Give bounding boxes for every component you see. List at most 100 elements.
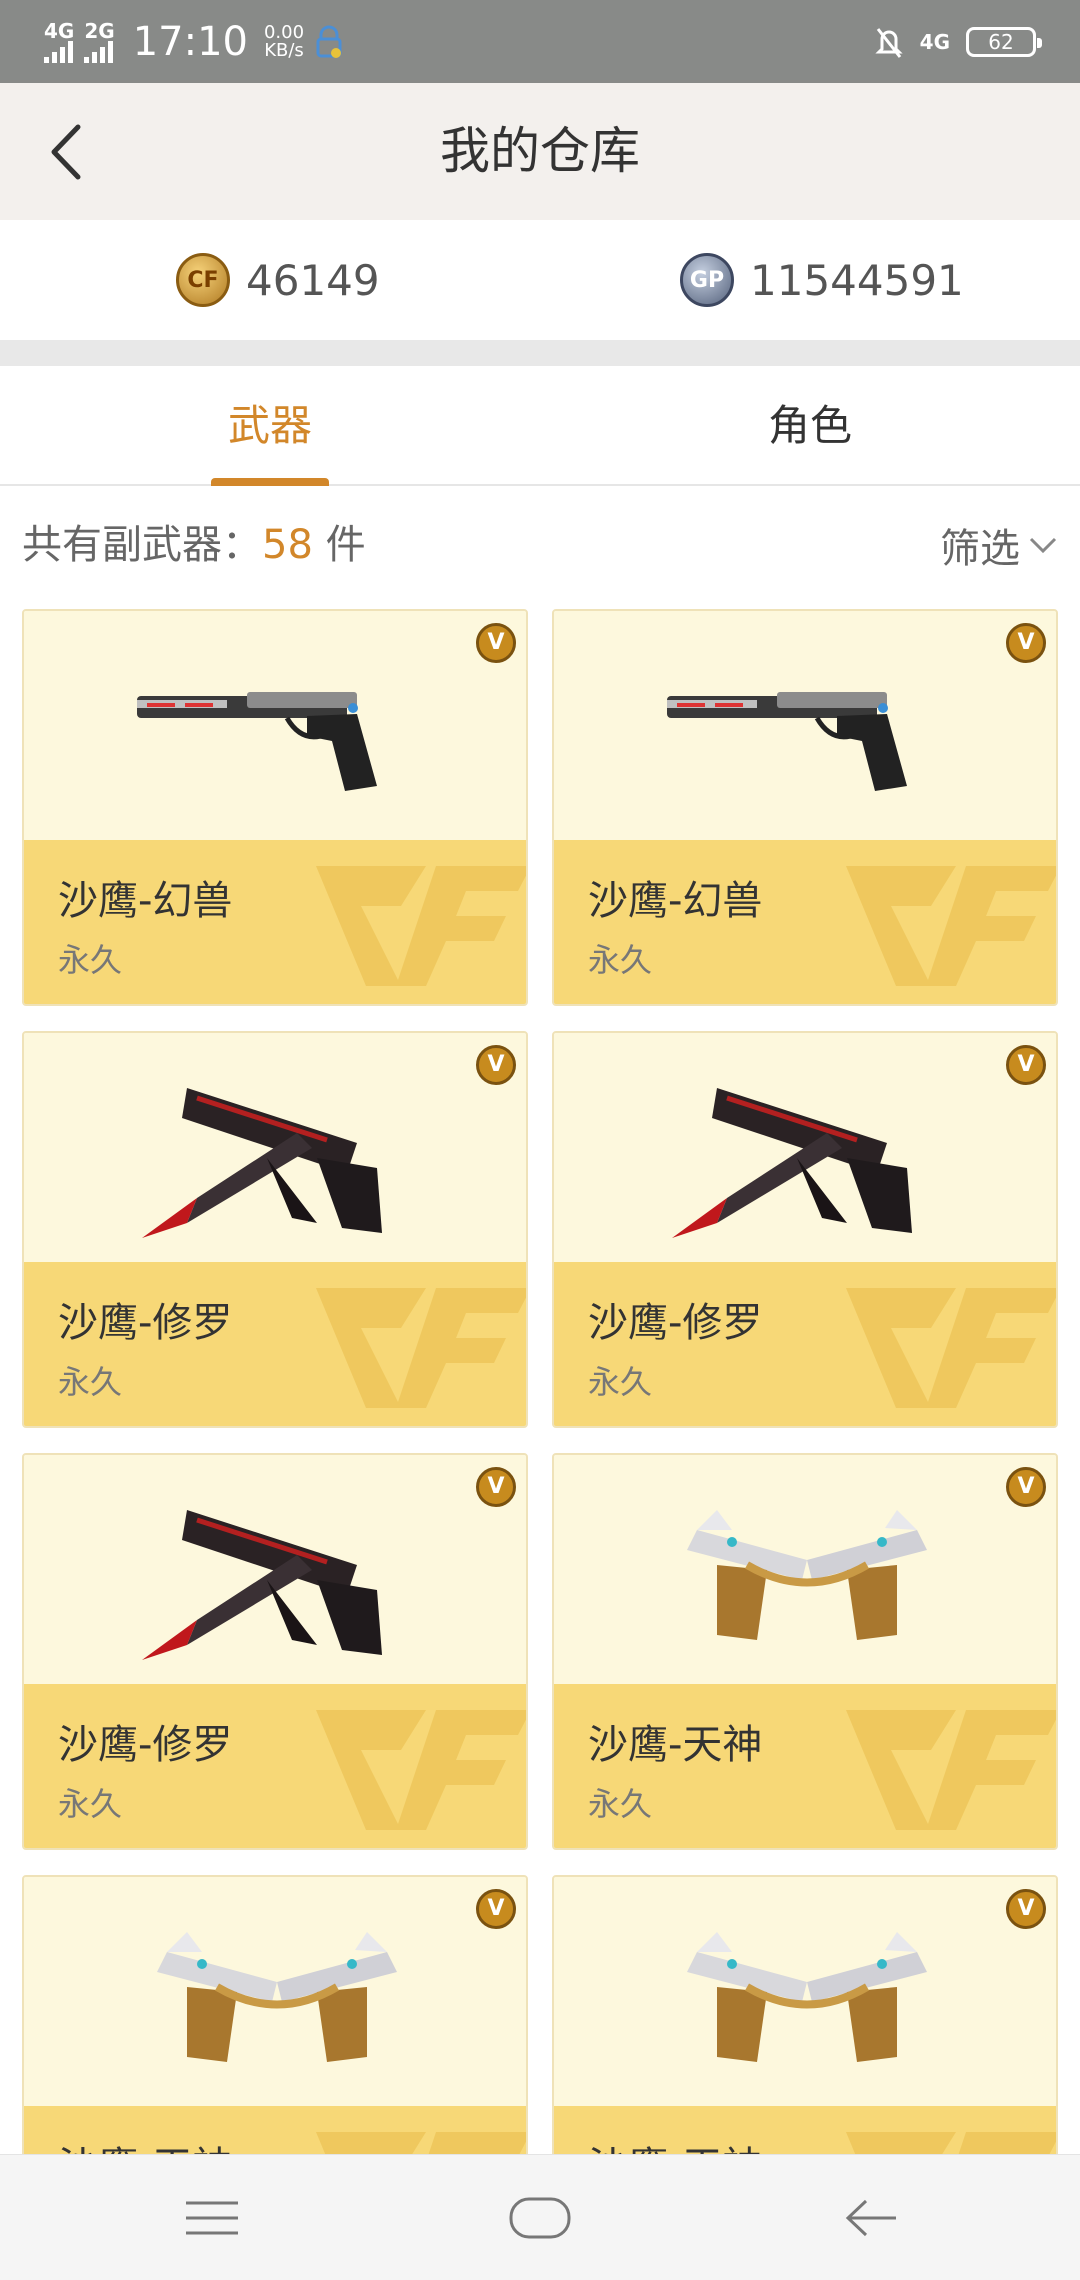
weapon-name: 沙鹰-天神: [588, 2134, 762, 2154]
weapon-duration: 永久: [588, 1363, 653, 1401]
weapon-info: 沙鹰-修罗永久: [554, 1262, 1056, 1426]
cf-logo-watermark-icon: [316, 2132, 526, 2154]
weapon-info: 沙鹰-天神永久: [24, 2106, 526, 2154]
gp-points-value: 11544591: [750, 255, 964, 305]
weapon-info: 沙鹰-修罗永久: [24, 1262, 526, 1426]
cf-coin-icon: CF: [176, 253, 230, 307]
app-header: 我的仓库: [0, 83, 1080, 220]
filter-button[interactable]: 筛选: [940, 486, 1058, 604]
weapon-name: 沙鹰-修罗: [58, 1722, 233, 1768]
section-divider: [0, 340, 1080, 366]
currency-bar: CF 46149 GP 11544591: [0, 220, 1080, 340]
vip-badge-icon: V: [1006, 623, 1046, 663]
item-count-prefix: 共有副武器：: [22, 522, 262, 568]
weapon-name: 沙鹰-天神: [588, 1722, 763, 1768]
weapon-card[interactable]: V 沙鹰-修罗永久: [22, 1453, 528, 1850]
desert-eagle-phantom-beast-icon: [667, 692, 907, 791]
desert-eagle-phantom-beast-icon: [137, 692, 377, 791]
network-type-2: 2G: [84, 18, 115, 43]
weapon-card[interactable]: V 沙鹰-幻兽永久: [552, 609, 1058, 1006]
weapon-image: V: [554, 1877, 1056, 2106]
cf-logo-watermark-icon: [846, 1710, 1056, 1830]
cf-logo-watermark-icon: [316, 866, 526, 986]
cf-logo-watermark-icon: [316, 1710, 526, 1830]
item-count-unit: 件: [312, 522, 366, 568]
weapon-duration: 永久: [588, 1785, 653, 1823]
weapon-name: 沙鹰-修罗: [58, 1300, 233, 1346]
battery-icon: 62: [966, 26, 1042, 57]
desert-eagle-deity-icon: [687, 1510, 927, 1640]
signal-bars-icon: [84, 40, 114, 63]
home-icon[interactable]: [508, 2193, 572, 2243]
weapon-image: V: [554, 1455, 1056, 1684]
vip-badge-icon: V: [476, 623, 516, 663]
weapon-image: V: [24, 1877, 526, 2106]
weapon-info: 沙鹰-幻兽 永久: [24, 840, 526, 1004]
system-nav-bar: [0, 2154, 1080, 2280]
weapon-card[interactable]: V 沙鹰-天神永久: [552, 1875, 1058, 2154]
tab-characters-label: 角色: [767, 401, 852, 450]
vip-badge-icon: V: [476, 1467, 516, 1507]
cf-points-value: 46149: [246, 255, 380, 305]
desert-eagle-asura-icon: [142, 1510, 382, 1660]
item-count: 共有副武器：58 件: [22, 486, 366, 604]
network-type-1: 4G: [44, 18, 75, 43]
tab-active-indicator: [211, 478, 329, 486]
cf-logo-watermark-icon: [846, 2132, 1056, 2154]
mute-notifications-icon: [875, 27, 903, 58]
status-bar: 4G 2G 17:10 0.00 KB/s 4G 62: [0, 0, 1080, 83]
desert-eagle-deity-icon: [157, 1932, 397, 2062]
weapon-info: 沙鹰-幻兽永久: [554, 840, 1056, 1004]
page-title: 我的仓库: [440, 122, 640, 180]
weapon-card[interactable]: V 沙鹰-幻兽 永久: [22, 609, 528, 1006]
cf-logo-watermark-icon: [846, 1288, 1056, 1408]
gp-coin-icon: GP: [680, 253, 734, 307]
menu-icon[interactable]: [182, 2193, 242, 2243]
item-count-value: 58: [262, 522, 313, 568]
desert-eagle-asura-icon: [142, 1088, 382, 1238]
weapon-info: 沙鹰-天神永久: [554, 1684, 1056, 1848]
desert-eagle-asura-icon: [672, 1088, 912, 1238]
network-speed-unit: KB/s: [264, 39, 304, 61]
weapon-name: 沙鹰-幻兽: [588, 878, 763, 924]
weapon-image: V: [24, 1455, 526, 1684]
weapon-info: 沙鹰-天神永久: [554, 2106, 1056, 2154]
vip-badge-icon: V: [1006, 1889, 1046, 1929]
battery-level: 62: [988, 29, 1014, 54]
weapon-grid: V 沙鹰-幻兽 永久 V 沙鹰-幻兽 永久 V 沙鹰-修罗 永久 V 沙鹰-修罗 永久 V 沙鹰-修罗 永久…: [22, 609, 1058, 2154]
weapon-card[interactable]: V 沙鹰-天神永久: [552, 1453, 1058, 1850]
network-speed-value: 0.00: [263, 21, 305, 43]
count-row: 共有副武器：58 件 筛选: [0, 486, 1080, 604]
back-nav-icon[interactable]: [840, 2193, 900, 2243]
vip-badge-icon: V: [476, 1045, 516, 1085]
weapon-image: V: [554, 1033, 1056, 1262]
weapon-duration: 永久: [58, 1785, 123, 1823]
filter-label: 筛选: [940, 526, 1020, 572]
gp-points: GP 11544591: [680, 220, 964, 340]
weapon-card[interactable]: V 沙鹰-修罗永久: [22, 1031, 528, 1428]
tab-characters[interactable]: 角色: [540, 366, 1080, 486]
clock: 17:10: [132, 18, 248, 65]
status-bar-left: 4G 2G 17:10 0.00 KB/s: [44, 0, 344, 83]
vpn-lock-icon: [316, 25, 342, 58]
weapon-card[interactable]: V 沙鹰-天神永久: [22, 1875, 528, 2154]
signal-2: 2G: [84, 18, 115, 63]
cf-logo-watermark-icon: [316, 1288, 526, 1408]
vip-badge-icon: V: [1006, 1467, 1046, 1507]
weapon-image: V: [24, 1033, 526, 1262]
vip-badge-icon: V: [1006, 1045, 1046, 1085]
weapon-name: 沙鹰-修罗: [588, 1300, 763, 1346]
weapon-image: V: [24, 611, 526, 840]
signal-1: 4G: [44, 21, 74, 63]
vip-badge-icon: V: [476, 1889, 516, 1929]
network-type-right: 4G: [919, 29, 950, 54]
desert-eagle-deity-icon: [687, 1932, 927, 2062]
weapon-name: 沙鹰-幻兽: [58, 878, 233, 924]
weapon-image: V: [554, 611, 1056, 840]
tab-bar: 武器 角色: [0, 366, 1080, 486]
weapon-duration: 永久: [58, 1363, 123, 1401]
weapon-card[interactable]: V 沙鹰-修罗永久: [552, 1031, 1058, 1428]
cf-points: CF 46149: [176, 220, 380, 340]
tab-weapons[interactable]: 武器: [0, 366, 540, 486]
weapon-duration: 永久: [588, 941, 653, 979]
